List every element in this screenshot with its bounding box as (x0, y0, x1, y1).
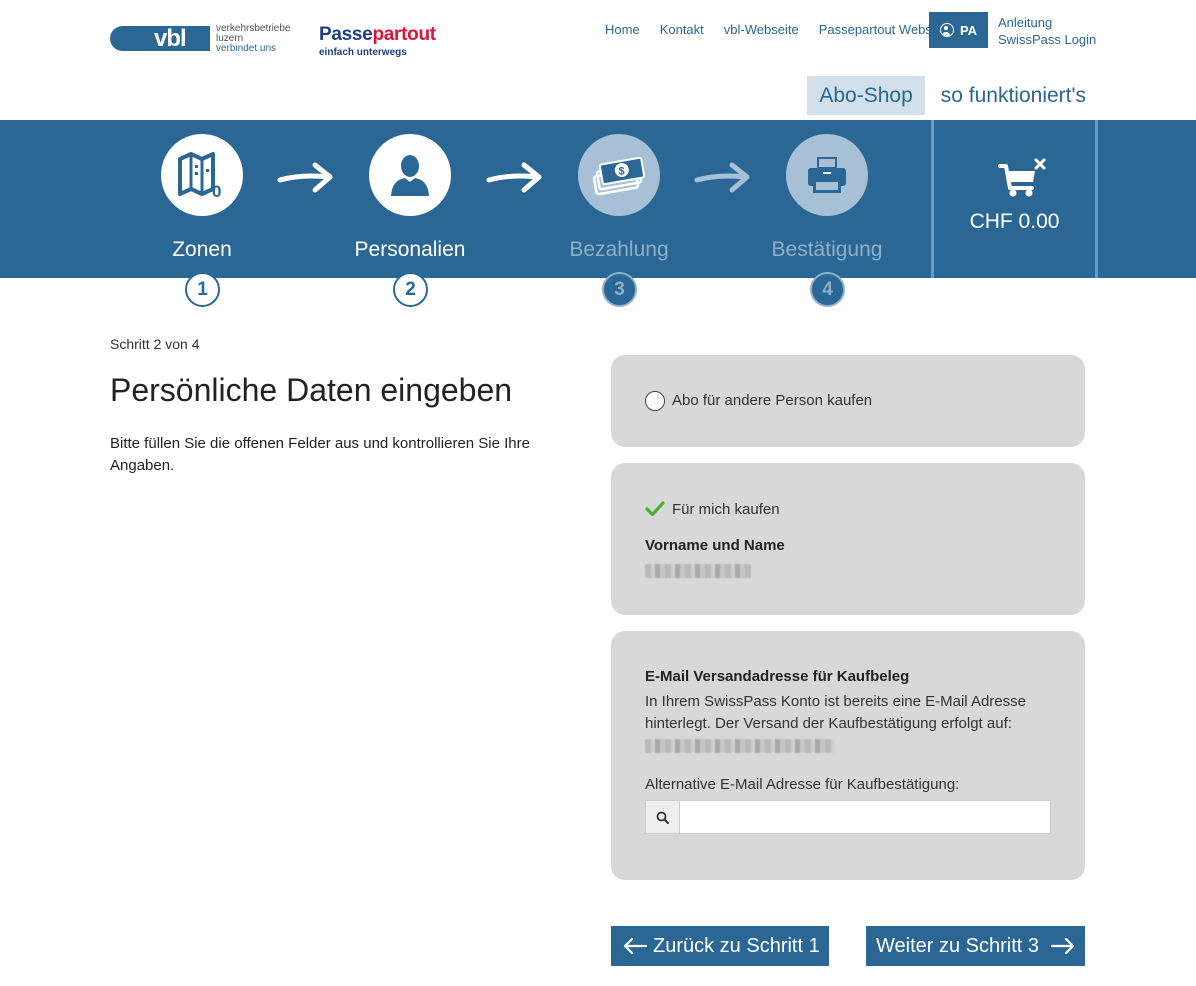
step-bezahlung-number: 3 (602, 272, 637, 307)
tab-abo-shop[interactable]: Abo-Shop (807, 76, 925, 115)
step-bestaetigung-circle (786, 134, 868, 216)
page-title: Persönliche Daten eingeben (110, 372, 513, 408)
intro-text: Bitte füllen Sie die offenen Felder aus … (110, 435, 530, 474)
arrow-right-icon (1051, 938, 1075, 954)
vbl-logo-line-3: verbindet uns (216, 43, 277, 54)
step-bestaetigung-number: 4 (810, 272, 845, 307)
nav-link-kontakt[interactable]: Kontakt (660, 22, 704, 37)
checkmark-icon (645, 501, 665, 517)
buy-for-other-label[interactable]: Abo für andere Person kaufen (672, 392, 872, 409)
arrow-left-icon (623, 938, 647, 954)
site-header: vbl verkehrsbetriebe luzern verbindet un… (0, 0, 1196, 120)
step-personalien-number: 2 (393, 272, 428, 307)
cart-icon (998, 158, 1046, 197)
svg-text:$: $ (619, 166, 625, 178)
sub-navigation: Abo-Shop so funktioniert's (807, 76, 1086, 115)
person-icon (391, 155, 429, 196)
account-button[interactable]: PA (929, 12, 988, 48)
step-arrow-icon (486, 162, 542, 193)
account-initials: PA (959, 22, 978, 38)
step-bezahlung-circle: $ (578, 134, 660, 216)
step-personalien-circle (369, 134, 451, 216)
cart-total: CHF 0.00 (969, 210, 1060, 233)
back-button[interactable]: Zurück zu Schritt 1 (611, 926, 829, 966)
step-arrow-icon (277, 162, 333, 193)
anleitung-link[interactable]: Anleitung (998, 14, 1096, 31)
money-icon: $ (593, 156, 645, 195)
alt-email-field (645, 800, 1051, 834)
passepartout-logo-tagline: einfach unterwegs (319, 47, 407, 58)
name-label: Vorname und Name (645, 537, 785, 554)
step-zonen-circle: 0 (161, 134, 243, 216)
step-zonen-label: Zonen (172, 238, 232, 261)
next-button[interactable]: Weiter zu Schritt 3 (866, 926, 1085, 966)
printer-icon (808, 157, 846, 193)
vbl-logo-mark: vbl (110, 26, 210, 51)
back-button-label: Zurück zu Schritt 1 (653, 934, 820, 957)
alt-email-addon (646, 801, 680, 833)
step-zonen-number: 1 (185, 272, 220, 307)
account-links: Anleitung SwissPass Login (998, 14, 1096, 48)
step-bestaetigung: Bestätigung 4 (772, 134, 882, 307)
step-arrow-icon (694, 162, 750, 193)
map-icon: 0 (178, 152, 221, 199)
nav-link-vbl-website[interactable]: vbl-Webseite (724, 22, 799, 37)
svg-text:0: 0 (212, 182, 221, 199)
progress-steps-bar: 0 Zonen 1 Personalien 2 $ Bezahlung 3 Be… (0, 120, 1196, 307)
vbl-logo[interactable]: vbl verkehrsbetriebe luzern verbindet un… (110, 22, 300, 56)
step-zonen[interactable]: 0 Zonen 1 (161, 134, 243, 307)
alt-email-label: Alternative E-Mail Adresse für Kaufbestä… (645, 776, 960, 793)
search-icon (656, 811, 669, 824)
email-value-redacted (645, 739, 835, 753)
step-bezahlung: $ Bezahlung 3 (569, 134, 669, 307)
passepartout-logo[interactable]: Passepartout einfach unterwegs (319, 24, 436, 58)
step-bezahlung-label: Bezahlung (569, 238, 669, 261)
user-icon (939, 23, 954, 37)
buy-for-other-card: Abo für andere Person kaufen (611, 355, 1085, 447)
buy-for-self-label: Für mich kaufen (672, 501, 780, 518)
email-card: E-Mail Versandadresse für Kaufbeleg In I… (611, 631, 1085, 880)
next-button-label: Weiter zu Schritt 3 (876, 934, 1040, 957)
step-counter: Schritt 2 von 4 (110, 336, 200, 352)
passepartout-logo-title: Passepartout (319, 24, 436, 45)
nav-link-home[interactable]: Home (605, 22, 640, 37)
buy-for-self-card: Für mich kaufen Vorname und Name (611, 463, 1085, 615)
buy-for-other-radio[interactable] (645, 391, 665, 411)
name-value-redacted (645, 564, 751, 578)
nav-link-passepartout-website[interactable]: Passepartout Website (819, 22, 946, 37)
tab-how-it-works[interactable]: so funktioniert's (925, 76, 1086, 115)
vbl-logo-text: verkehrsbetriebe luzern verbindet uns (216, 24, 290, 54)
shopping-cart[interactable]: CHF 0.00 (931, 120, 1098, 278)
step-bestaetigung-label: Bestätigung (771, 238, 883, 261)
email-section-title: E-Mail Versandadresse für Kaufbeleg (645, 668, 910, 685)
step-personalien-label: Personalien (354, 238, 466, 261)
swisspass-login-link[interactable]: SwissPass Login (998, 31, 1096, 48)
step-personalien[interactable]: Personalien 2 (355, 134, 465, 307)
alt-email-input[interactable] (680, 801, 1050, 833)
email-description: In Ihrem SwissPass Konto ist bereits ein… (645, 693, 1026, 732)
top-navigation: Home Kontakt vbl-Webseite Passepartout W… (605, 22, 966, 37)
